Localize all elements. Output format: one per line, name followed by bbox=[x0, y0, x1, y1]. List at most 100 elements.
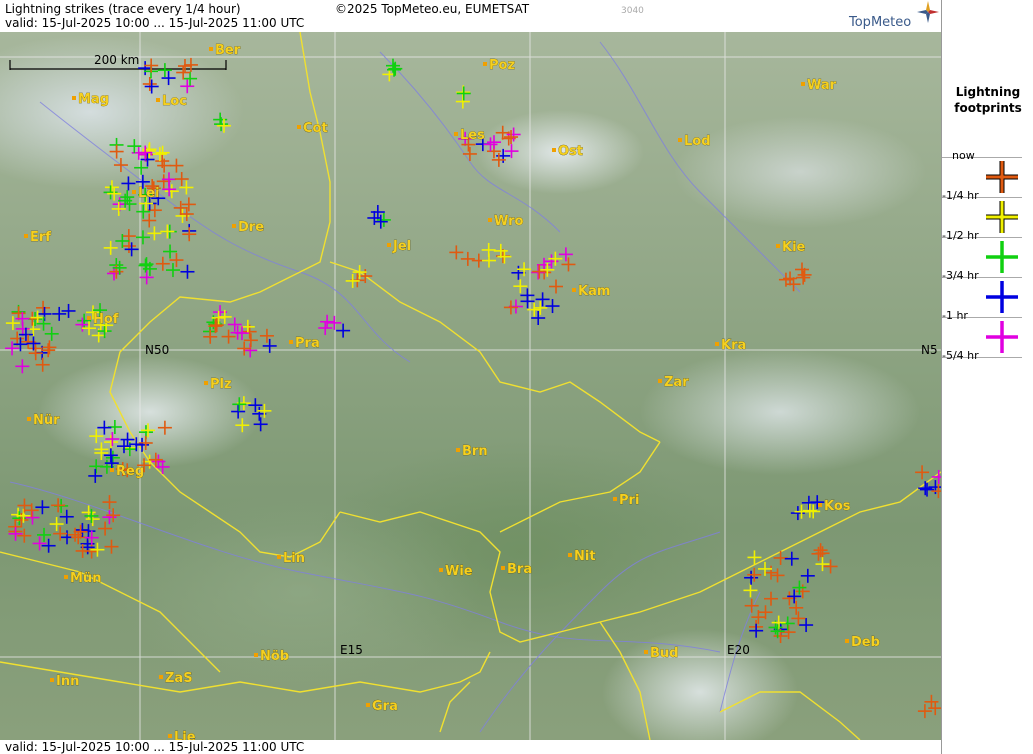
city-label: Erf bbox=[30, 230, 51, 245]
lightning-strike-icon bbox=[144, 58, 159, 73]
city-label: Wie bbox=[445, 564, 473, 579]
city-marker bbox=[24, 234, 28, 238]
lightning-strike-icon bbox=[455, 94, 470, 109]
city-label: Ber bbox=[215, 43, 241, 58]
lightning-strike-icon bbox=[169, 253, 184, 268]
lightning-strike-icon bbox=[367, 210, 382, 225]
lightning-strike-icon bbox=[85, 512, 100, 527]
lightning-strike-icon bbox=[520, 288, 535, 303]
city-marker bbox=[110, 468, 114, 472]
lightning-strike-icon bbox=[106, 508, 121, 523]
city-label: Loc bbox=[162, 94, 187, 109]
legend-cross-icon-q4 bbox=[986, 321, 1018, 353]
lightning-strike-icon bbox=[320, 314, 335, 329]
city-marker bbox=[439, 568, 443, 572]
header-bar: Lightning strikes (trace every 1/4 hour)… bbox=[0, 0, 941, 32]
lightning-strike-icon bbox=[449, 245, 464, 260]
city-label: Lei bbox=[138, 186, 160, 201]
lightning-strike-icon bbox=[97, 420, 112, 435]
legend-title-line1: Lightning bbox=[955, 85, 1021, 99]
lightning-strike-icon bbox=[157, 63, 172, 78]
city-label: Mag bbox=[78, 92, 109, 107]
lightning-strike-icon bbox=[35, 357, 50, 372]
lightning-strike-icon bbox=[513, 279, 528, 294]
lightning-strike-icon bbox=[169, 158, 184, 173]
city-marker bbox=[644, 650, 648, 654]
city-marker bbox=[568, 553, 572, 557]
lightning-strikes-layer bbox=[5, 57, 941, 719]
longitude-label-e15: E15 bbox=[340, 643, 363, 657]
city-label: Kam bbox=[578, 284, 610, 299]
city-label: War bbox=[807, 78, 837, 93]
lightning-strike-icon bbox=[800, 568, 815, 583]
legend-label-q4: -1 hr bbox=[942, 309, 968, 322]
city-marker bbox=[776, 244, 780, 248]
city-marker bbox=[456, 448, 460, 452]
lightning-strike-icon bbox=[789, 600, 804, 615]
lightning-strike-icon bbox=[181, 197, 196, 212]
lightning-strike-icon bbox=[142, 143, 157, 158]
city-marker bbox=[156, 98, 160, 102]
lightning-strike-icon bbox=[462, 146, 477, 161]
legend-label-q5: -5/4 hr bbox=[942, 349, 979, 362]
lightning-strike-icon bbox=[253, 417, 268, 432]
city-marker bbox=[801, 82, 805, 86]
copyright-text: ©2025 TopMeteo.eu, EUMETSAT bbox=[335, 2, 530, 16]
legend-label-q2: -1/2 hr bbox=[942, 229, 979, 242]
lightning-strike-icon bbox=[51, 498, 66, 513]
lightning-strike-icon bbox=[90, 542, 105, 557]
lightning-strike-icon bbox=[545, 299, 560, 314]
lightning-strike-icon bbox=[227, 317, 242, 332]
lightning-strike-icon bbox=[41, 343, 56, 358]
lightning-strike-icon bbox=[102, 495, 117, 510]
lightning-strike-icon bbox=[486, 135, 501, 150]
city-marker bbox=[678, 138, 682, 142]
lightning-strike-icon bbox=[376, 212, 391, 227]
lightning-strike-icon bbox=[180, 264, 195, 279]
lightning-strike-icon bbox=[103, 240, 118, 255]
lightning-strike-icon bbox=[531, 265, 546, 280]
legend-label-q1: -1/4 hr bbox=[942, 189, 979, 202]
lightning-strike-icon bbox=[784, 551, 799, 566]
city-marker bbox=[658, 379, 662, 383]
lightning-strike-icon bbox=[157, 420, 172, 435]
city-marker bbox=[50, 678, 54, 682]
city-label: Gra bbox=[372, 699, 398, 714]
lightning-strike-icon bbox=[209, 318, 224, 333]
city-markers-layer: Ber Poz War Mag Loc Cot Les Lod Ost Lei Wro Erf Dre J… bbox=[24, 43, 880, 740]
city-label: Plz bbox=[210, 377, 232, 392]
lightning-strike-icon bbox=[135, 230, 150, 245]
lightning-strike-icon bbox=[549, 279, 564, 294]
latitude-label-n50-right: N5 bbox=[921, 343, 938, 357]
lightning-strike-icon bbox=[176, 65, 191, 80]
lightning-strike-icon bbox=[136, 204, 151, 219]
lightning-strike-icon bbox=[483, 137, 498, 152]
brand-logo-text: TopMeteo bbox=[849, 15, 912, 30]
map-title: Lightning strikes (trace every 1/4 hour) bbox=[5, 2, 241, 16]
lightning-strike-icon bbox=[237, 341, 252, 356]
longitude-label-e20: E20 bbox=[727, 643, 750, 657]
lightning-strike-icon bbox=[81, 505, 96, 520]
lightning-strike-icon bbox=[231, 404, 246, 419]
lightning-strike-icon bbox=[103, 448, 118, 463]
city-marker bbox=[572, 288, 576, 292]
city-marker bbox=[64, 575, 68, 579]
legend-cross-icon-q1-color bbox=[986, 201, 1018, 233]
city-label: Bud bbox=[650, 646, 678, 661]
lightning-strike-icon bbox=[44, 326, 59, 341]
lightning-strike-icon bbox=[481, 253, 496, 268]
city-marker bbox=[483, 62, 487, 66]
lightning-strike-icon bbox=[370, 205, 385, 220]
lightning-strike-icon bbox=[180, 79, 195, 94]
city-label: Lie bbox=[174, 730, 196, 740]
lightning-strike-icon bbox=[221, 329, 236, 344]
lightning-strike-icon bbox=[794, 504, 809, 519]
city-label: Cot bbox=[303, 121, 328, 136]
lightning-strike-icon bbox=[259, 328, 274, 343]
city-label: Bra bbox=[507, 562, 532, 577]
lightning-strike-icon bbox=[124, 242, 139, 257]
lightning-strike-icon bbox=[262, 338, 277, 353]
lightning-strike-icon bbox=[815, 557, 830, 572]
city-marker bbox=[87, 316, 91, 320]
lightning-strike-icon bbox=[155, 256, 170, 271]
